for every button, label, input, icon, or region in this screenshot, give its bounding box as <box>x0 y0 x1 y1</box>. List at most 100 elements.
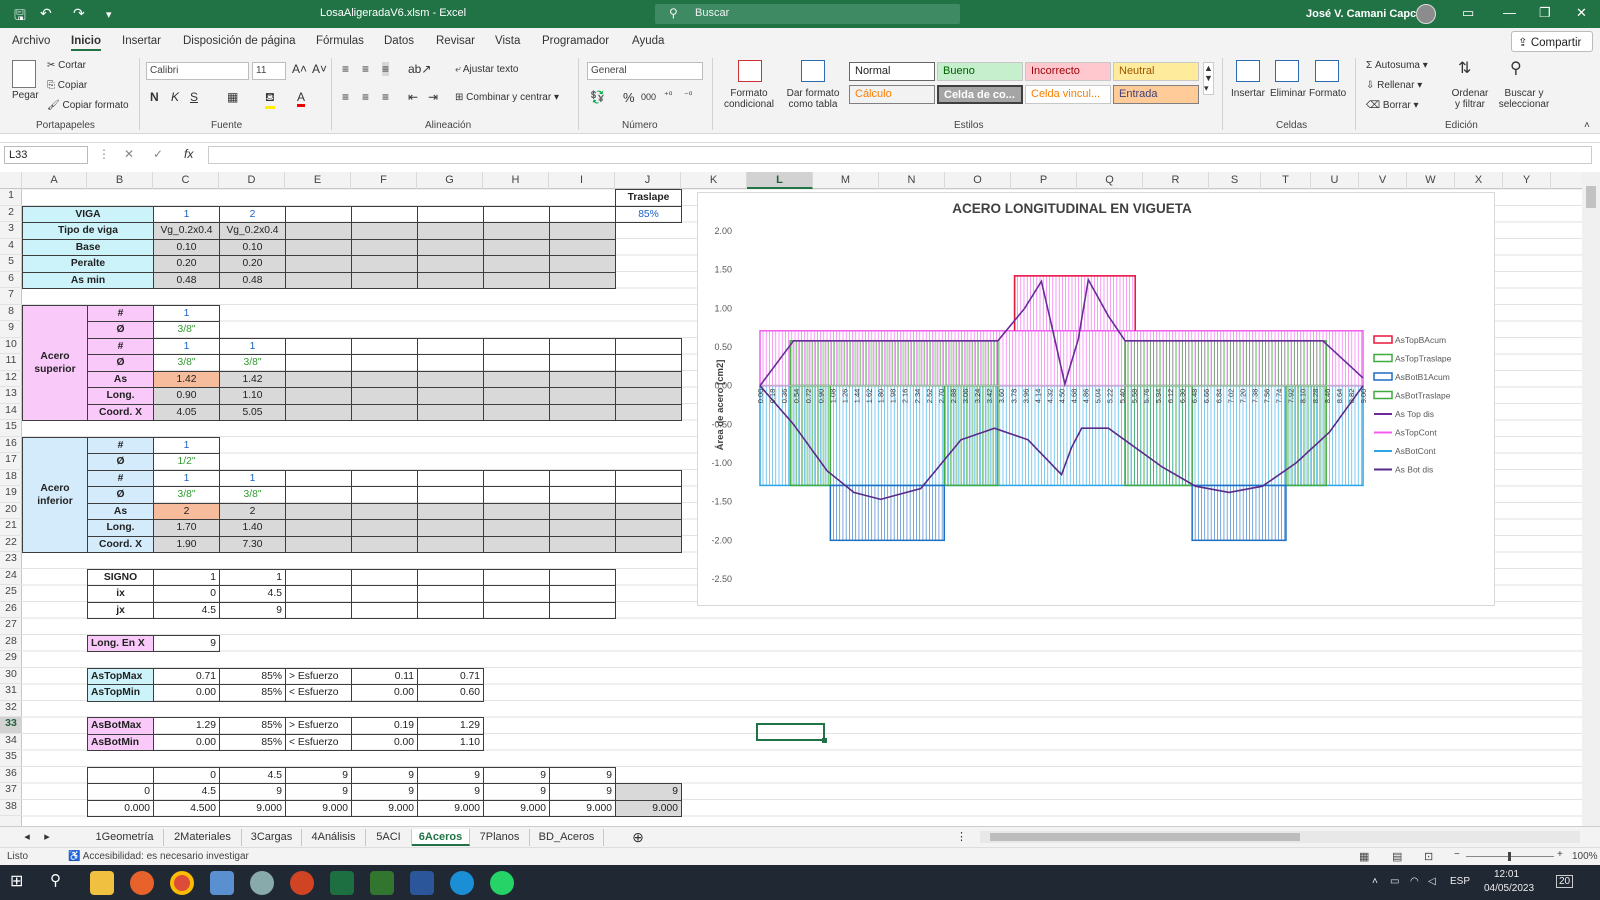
empty-cell[interactable] <box>417 601 484 619</box>
empty-cell[interactable] <box>285 222 352 240</box>
tipo-d[interactable]: Vg_0.2x0.4 <box>219 222 286 240</box>
page-break-icon[interactable]: ⊡ <box>1424 850 1433 863</box>
col-header-H[interactable]: H <box>483 172 549 189</box>
inf-r16-c[interactable]: 1 <box>153 436 220 454</box>
align-left-icon[interactable]: ≡ <box>342 90 349 104</box>
acero-superior-label[interactable]: Acero superior <box>22 304 88 421</box>
empty-cell[interactable] <box>351 568 418 586</box>
row-header-19[interactable]: 19 <box>0 486 22 503</box>
empty-cell[interactable] <box>417 502 484 520</box>
astopmax-value[interactable]: 0.71 <box>153 667 220 685</box>
row36-cell[interactable]: 4.5 <box>219 766 286 784</box>
inf-r22-d[interactable]: 7.30 <box>219 535 286 553</box>
orientation-icon[interactable]: ab↗ <box>408 62 431 76</box>
underline-icon[interactable]: S <box>190 90 198 104</box>
col-header-U[interactable]: U <box>1311 172 1359 189</box>
row36-cell[interactable]: 9 <box>417 766 484 784</box>
avatar[interactable] <box>1416 4 1436 24</box>
row37-cell[interactable]: 9 <box>615 783 682 801</box>
align-bottom-icon[interactable]: ≡ <box>382 62 390 76</box>
empty-cell[interactable] <box>351 370 418 388</box>
windows-start-icon[interactable]: ⊞ <box>10 871 34 895</box>
find-select-button[interactable]: Buscar y seleccionar <box>1494 88 1554 110</box>
notifications-badge[interactable]: 20 <box>1556 875 1574 888</box>
asbotmax-esfuerzo[interactable]: > Esfuerzo <box>285 717 352 735</box>
empty-cell[interactable] <box>483 403 550 421</box>
empty-cell[interactable] <box>417 238 484 256</box>
viga-c[interactable]: 1 <box>153 205 220 223</box>
chart-acero-longitudinal[interactable]: ACERO LONGITUDINAL EN VIGUETA Área de ace… <box>697 192 1495 606</box>
tipo-c[interactable]: Vg_0.2x0.4 <box>153 222 220 240</box>
empty-cell[interactable] <box>417 205 484 223</box>
empty-cell[interactable] <box>351 222 418 240</box>
sup-r10-c[interactable]: 1 <box>153 337 220 355</box>
asbotmin-f[interactable]: 0.00 <box>351 733 418 751</box>
row-header-37[interactable]: 37 <box>0 783 22 800</box>
empty-cell[interactable] <box>351 271 418 289</box>
autosum-button[interactable]: Σ Autosuma ▾ <box>1366 60 1428 71</box>
row-header-35[interactable]: 35 <box>0 750 22 767</box>
file-explorer-icon[interactable] <box>90 871 114 895</box>
astopmin-pct[interactable]: 85% <box>219 684 286 702</box>
empty-cell[interactable] <box>351 519 418 537</box>
sup-r12-label[interactable]: As <box>87 370 154 388</box>
empty-cell[interactable] <box>417 568 484 586</box>
base-c[interactable]: 0.10 <box>153 238 220 256</box>
tab-programador[interactable]: Programador <box>542 35 609 47</box>
astopmax-f[interactable]: 0.11 <box>351 667 418 685</box>
col-header-Q[interactable]: Q <box>1077 172 1143 189</box>
sort-filter-button[interactable]: Ordenar y filtrar <box>1448 88 1492 110</box>
chrome-icon[interactable] <box>170 871 194 895</box>
style-neutral[interactable]: Neutral <box>1113 62 1199 81</box>
sup-r9-label[interactable]: Ø <box>87 321 154 339</box>
empty-cell[interactable] <box>285 354 352 372</box>
empty-cell[interactable] <box>285 403 352 421</box>
row37-cell[interactable]: 9 <box>351 783 418 801</box>
row-header-4[interactable]: 4 <box>0 239 22 255</box>
sheet-tab-aci[interactable]: 5ACI <box>366 829 412 846</box>
row-header-12[interactable]: 12 <box>0 371 22 387</box>
row-header-26[interactable]: 26 <box>0 602 22 618</box>
inf-r18-label[interactable]: # <box>87 469 154 487</box>
save-icon[interactable]: 🖫 <box>14 5 26 29</box>
row37-cell[interactable]: 0 <box>87 783 154 801</box>
asbotmin-label[interactable]: AsBotMin <box>87 733 154 751</box>
increase-decimal-icon[interactable]: ⁺⁰ <box>664 90 672 101</box>
row-header-5[interactable]: 5 <box>0 255 22 272</box>
align-top-icon[interactable]: ≡ <box>342 62 349 76</box>
peralte-c[interactable]: 0.20 <box>153 255 220 273</box>
row-header-28[interactable]: 28 <box>0 635 22 651</box>
col-header-X[interactable]: X <box>1455 172 1503 189</box>
normal-view-icon[interactable]: ▦ <box>1359 850 1369 863</box>
empty-cell[interactable] <box>285 601 352 619</box>
empty-cell[interactable] <box>483 568 550 586</box>
empty-cell[interactable] <box>351 502 418 520</box>
row-header-18[interactable]: 18 <box>0 470 22 486</box>
row-header-25[interactable]: 25 <box>0 585 22 602</box>
empty-cell[interactable] <box>417 519 484 537</box>
row37-cell[interactable]: 9 <box>417 783 484 801</box>
col-header-N[interactable]: N <box>879 172 945 189</box>
col-header-D[interactable]: D <box>219 172 285 189</box>
notepad-icon[interactable] <box>210 871 234 895</box>
user-name[interactable]: José V. Camani Capcha <box>1306 8 1429 20</box>
col-header-L[interactable]: L <box>747 172 813 189</box>
empty-cell[interactable] <box>483 238 550 256</box>
asbotmin-esfuerzo[interactable]: < Esfuerzo <box>285 733 352 751</box>
empty-cell[interactable] <box>285 519 352 537</box>
paste-button[interactable]: Pegar <box>12 90 39 101</box>
sup-r13-label[interactable]: Long. <box>87 387 154 405</box>
empty-cell[interactable] <box>483 535 550 553</box>
maximize-icon[interactable]: ❐ <box>1539 5 1551 21</box>
search-box[interactable]: ⚲ Buscar <box>655 4 960 24</box>
bold-icon[interactable]: N <box>150 90 159 104</box>
inf-r21-label[interactable]: Long. <box>87 519 154 537</box>
sheet-tab-bd-aceros[interactable]: BD_Aceros <box>530 829 604 846</box>
col-header-M[interactable]: M <box>813 172 879 189</box>
asbotmin-pct[interactable]: 85% <box>219 733 286 751</box>
empty-cell[interactable] <box>351 205 418 223</box>
firefox-icon[interactable] <box>130 871 154 895</box>
row37-cell[interactable]: 9 <box>219 783 286 801</box>
row-header-9[interactable]: 9 <box>0 321 22 338</box>
tipo-label[interactable]: Tipo de viga <box>22 222 154 240</box>
